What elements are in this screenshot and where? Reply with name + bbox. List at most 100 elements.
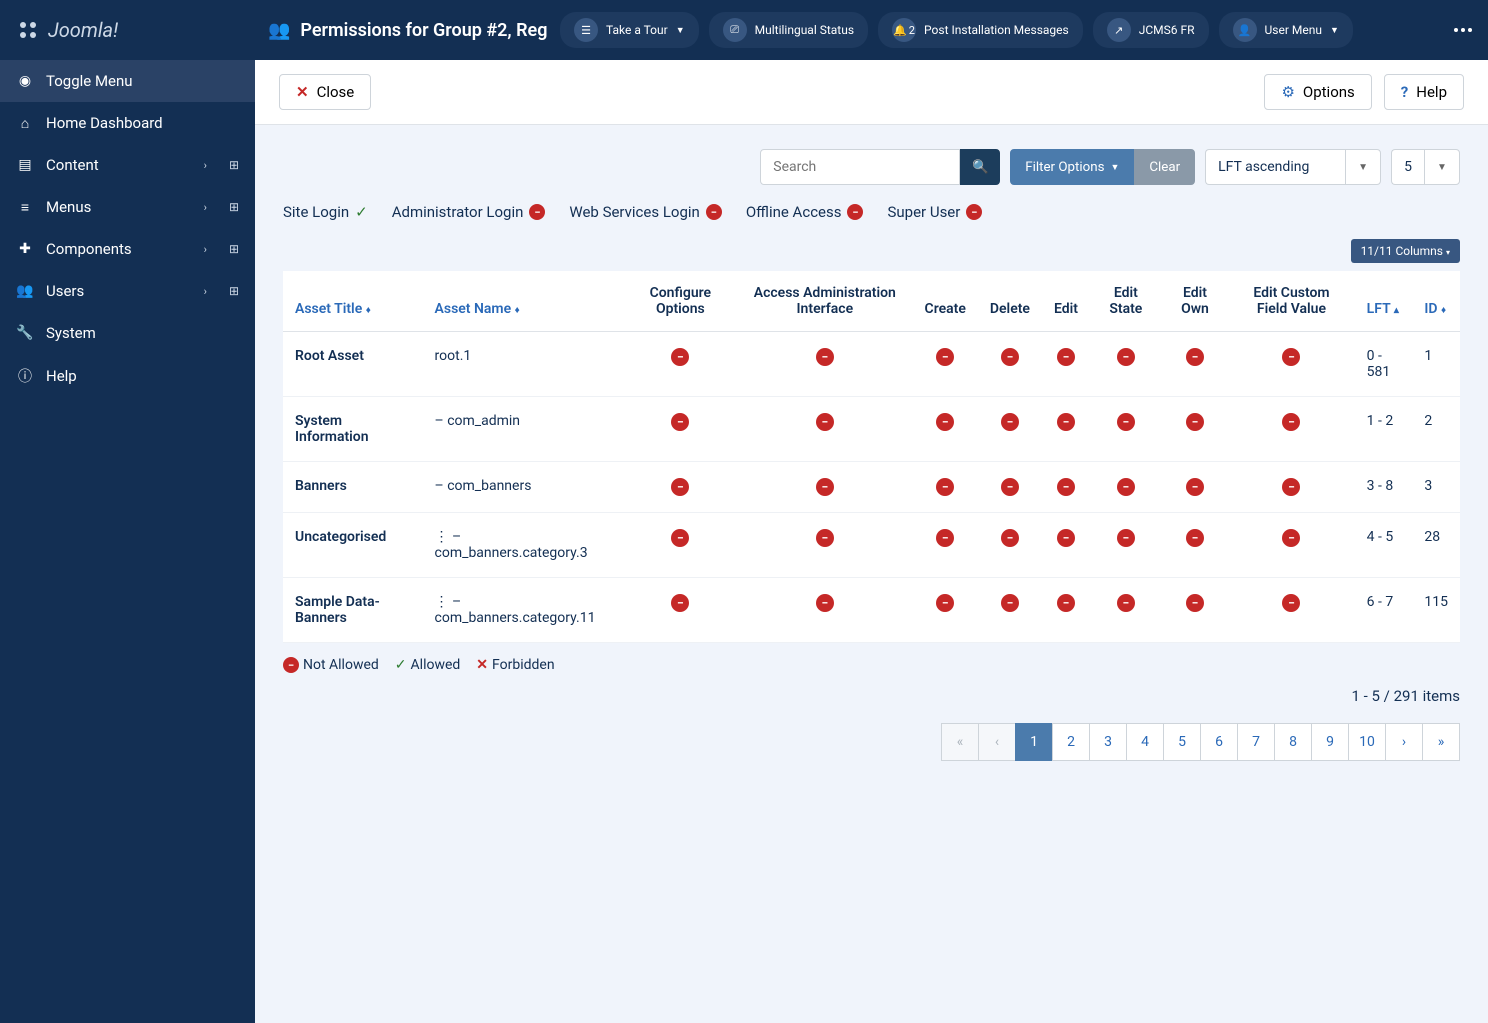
page-10[interactable]: 10 <box>1348 723 1386 761</box>
search-button[interactable]: 🔍 <box>960 149 1000 185</box>
col-edit: Edit <box>1042 271 1090 332</box>
col-lft[interactable]: LFT ▴ <box>1355 271 1413 332</box>
table-row: System Information – com_admin−−−−−−−−1 … <box>283 397 1460 462</box>
cell-title: Banners <box>283 462 423 513</box>
sidebar-item-components[interactable]: ✚ Components › ⊞ <box>0 228 255 270</box>
clear-button[interactable]: Clear <box>1134 149 1195 185</box>
user-icon: 👤 <box>1233 18 1257 42</box>
cell-perm: − <box>978 462 1042 513</box>
filter-options-button[interactable]: Filter Options ▼ <box>1010 149 1134 185</box>
help-button[interactable]: ? Help <box>1384 74 1464 110</box>
page-next[interactable]: › <box>1385 723 1423 761</box>
toolbar: ✕ Close ⚙ Options ? Help <box>255 60 1488 125</box>
page-1[interactable]: 1 <box>1015 723 1053 761</box>
cell-perm: − <box>913 462 978 513</box>
cell-perm: − <box>1162 462 1229 513</box>
cell-perm: − <box>1162 578 1229 643</box>
filter-row: 🔍 Filter Options ▼ Clear LFT ascending ▼… <box>283 149 1460 185</box>
dashboard-icon[interactable]: ⊞ <box>229 284 239 298</box>
status-super-user: Super User− <box>887 203 982 221</box>
cell-perm: − <box>624 513 738 578</box>
cell-perm: − <box>913 397 978 462</box>
joomla-logo-icon <box>16 18 40 42</box>
not-allowed-icon: − <box>671 413 689 431</box>
sort-icon: ♦ <box>366 305 371 316</box>
page-4[interactable]: 4 <box>1126 723 1164 761</box>
not-allowed-icon: − <box>1001 478 1019 496</box>
cell-perm: − <box>1042 462 1090 513</box>
not-allowed-icon: − <box>671 594 689 612</box>
not-allowed-icon: − <box>1186 529 1204 547</box>
cell-perm: − <box>1042 332 1090 397</box>
brand: Joomla! <box>16 18 256 42</box>
multilingual-pill[interactable]: ⎚ Multilingual Status <box>709 12 868 48</box>
toggle-icon: ◉ <box>16 73 34 89</box>
sidebar: ◉ Toggle Menu ⌂ Home Dashboard ▤ Content… <box>0 60 255 1023</box>
sort-select[interactable]: LFT ascending ▼ <box>1205 149 1381 185</box>
not-allowed-icon: − <box>1117 478 1135 496</box>
post-install-badge: 2 <box>909 24 915 37</box>
pager: «‹12345678910›» <box>283 723 1460 761</box>
page-7[interactable]: 7 <box>1237 723 1275 761</box>
cell-perm: − <box>1228 462 1354 513</box>
not-allowed-icon: − <box>1057 594 1075 612</box>
col-asset-title[interactable]: Asset Title ♦ <box>283 271 423 332</box>
file-icon: ▤ <box>16 157 34 173</box>
home-icon: ⌂ <box>16 115 34 132</box>
help-label: Help <box>1416 83 1447 101</box>
multilingual-label: Multilingual Status <box>755 23 854 37</box>
page-6[interactable]: 6 <box>1200 723 1238 761</box>
not-allowed-icon: − <box>706 204 722 220</box>
not-allowed-icon: − <box>1057 478 1075 496</box>
cell-perm: − <box>624 578 738 643</box>
page-5[interactable]: 5 <box>1163 723 1201 761</box>
not-allowed-icon: − <box>816 529 834 547</box>
page-last[interactable]: » <box>1422 723 1460 761</box>
search-input[interactable] <box>760 149 960 185</box>
sidebar-toggle[interactable]: ◉ Toggle Menu <box>0 60 255 102</box>
site-link-pill[interactable]: ↗ JCMS6 FR <box>1093 12 1209 48</box>
col-asset-name[interactable]: Asset Name ♦ <box>423 271 624 332</box>
user-menu-pill[interactable]: 👤 User Menu ▼ <box>1219 12 1353 48</box>
page-2[interactable]: 2 <box>1052 723 1090 761</box>
not-allowed-icon: − <box>671 478 689 496</box>
take-tour-pill[interactable]: ☰ Take a Tour ▼ <box>560 12 699 48</box>
page-3[interactable]: 3 <box>1089 723 1127 761</box>
cell-perm: − <box>1090 462 1162 513</box>
legend-forbidden: Forbidden <box>492 657 555 673</box>
bell-icon: 🔔2 <box>892 18 916 42</box>
more-menu[interactable] <box>1454 28 1472 32</box>
sidebar-item-content[interactable]: ▤ Content › ⊞ <box>0 144 255 186</box>
page-9[interactable]: 9 <box>1311 723 1349 761</box>
close-icon: ✕ <box>296 83 309 101</box>
cell-perm: − <box>978 578 1042 643</box>
not-allowed-icon: − <box>936 413 954 431</box>
cell-perm: − <box>1228 513 1354 578</box>
dashboard-icon[interactable]: ⊞ <box>229 200 239 214</box>
sidebar-item-home-dashboard[interactable]: ⌂ Home Dashboard <box>0 102 255 144</box>
cell-perm: − <box>1162 332 1229 397</box>
dashboard-icon[interactable]: ⊞ <box>229 158 239 172</box>
limit-select[interactable]: 5 ▼ <box>1391 149 1460 185</box>
sidebar-item-help[interactable]: ⓘ Help <box>0 354 255 398</box>
dashboard-icon[interactable]: ⊞ <box>229 242 239 256</box>
columns-button[interactable]: 11/11 Columns ▾ <box>1351 239 1460 263</box>
status-site-login: Site Login✓ <box>283 203 368 221</box>
sidebar-item-users[interactable]: 👥 Users › ⊞ <box>0 270 255 312</box>
permissions-table: Asset Title ♦ Asset Name ♦ Configure Opt… <box>283 271 1460 643</box>
not-allowed-icon: − <box>816 348 834 366</box>
page-8[interactable]: 8 <box>1274 723 1312 761</box>
col-configure: Configure Options <box>624 271 738 332</box>
post-install-pill[interactable]: 🔔2 Post Installation Messages <box>878 12 1083 48</box>
col-delete: Delete <box>978 271 1042 332</box>
cell-id: 3 <box>1412 462 1460 513</box>
cell-perm: − <box>1228 332 1354 397</box>
col-id[interactable]: ID ♦ <box>1412 271 1460 332</box>
post-install-label: Post Installation Messages <box>924 23 1069 37</box>
cell-perm: − <box>1042 513 1090 578</box>
sidebar-item-system[interactable]: 🔧 System <box>0 312 255 354</box>
cell-perm: − <box>978 397 1042 462</box>
sidebar-item-menus[interactable]: ≡ Menus › ⊞ <box>0 186 255 228</box>
close-button[interactable]: ✕ Close <box>279 74 371 110</box>
options-button[interactable]: ⚙ Options <box>1264 74 1371 110</box>
